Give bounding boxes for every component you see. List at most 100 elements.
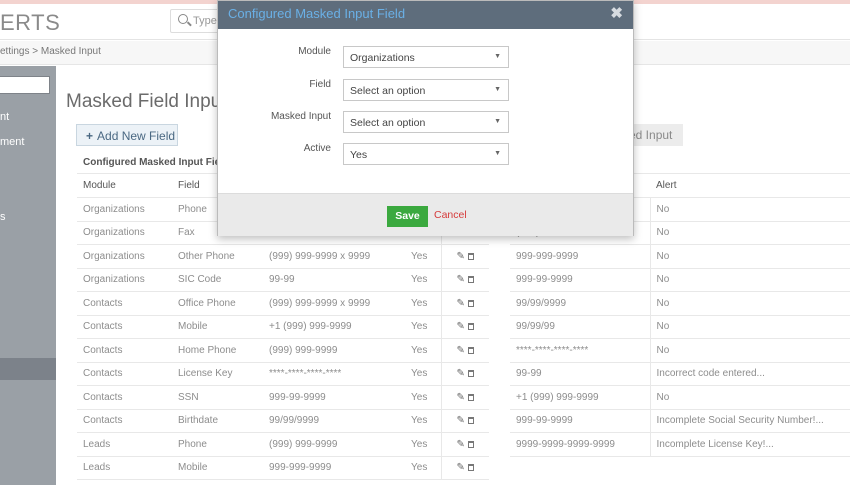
mask-cell: 99-99 [510,362,650,386]
field-label: Field [309,79,331,90]
sidebar-search-input[interactable] [0,76,50,94]
mask-cell: +1 (999) 999-9999 [510,385,650,410]
delete-icon[interactable] [467,346,474,354]
delete-icon[interactable] [467,417,474,425]
edit-icon[interactable]: ✎ [457,321,465,332]
edit-icon[interactable]: ✎ [457,415,465,426]
mask-cell: 999-999-9999 [510,244,650,269]
mask-cell: 99-99 [263,268,405,292]
module-select[interactable]: Organizations ▼ [343,46,509,68]
alert-cell: Incorrect code entered... [649,362,850,386]
sidebar-item-active[interactable] [0,358,56,380]
delete-icon[interactable] [467,464,474,472]
table-row[interactable]: Contacts Mobile +1 (999) 999-9999 Yes ✎ [77,315,489,339]
chevron-down-icon: ▼ [494,86,501,93]
active-label: Active [303,143,331,154]
delete-icon[interactable] [467,393,474,401]
field-cell: Mobile [172,456,263,480]
mask-cell: 999-99-9999 [263,385,405,410]
field-select[interactable]: Select an option ▼ [343,79,509,101]
active-cell: Yes [405,409,441,433]
active-cell: Yes [405,338,441,363]
table-row[interactable]: 9999-9999-9999-9999 Incomplete License Ke… [510,432,850,457]
mask-cell: 999-99-9999 [510,268,650,292]
masked-input-select[interactable]: Select an option ▼ [343,111,509,133]
delete-icon[interactable] [467,299,474,307]
sidebar-item-1[interactable]: nt [0,111,9,123]
table-row[interactable]: 99/99/9999 No [510,291,850,316]
actions-cell: ✎ [440,268,489,292]
table-row[interactable]: Organizations Other Phone (999) 999-9999 x… [77,244,489,269]
table-row[interactable]: Contacts SSN 999-99-9999 Yes ✎ [77,385,489,410]
add-new-field-label: Add New Field [97,129,176,143]
table-row[interactable]: Leads Phone (999) 999-9999 Yes ✎ [77,432,489,457]
save-button[interactable]: Save [387,206,428,227]
edit-icon[interactable]: ✎ [457,439,465,450]
configure-masked-input-modal: Configured Masked Input Field ✖ Module O… [217,0,634,236]
alert-cell: Incomplete Social Security Number!... [649,409,850,433]
column-header-module: Module [77,174,172,198]
mask-cell: 999-999-9999 [263,456,405,480]
edit-icon[interactable]: ✎ [457,298,465,309]
close-icon[interactable]: ✖ [610,4,623,22]
table-row[interactable]: Contacts Birthdate 99/99/9999 Yes ✎ [77,409,489,433]
column-header-alert: Alert [650,174,850,198]
sidebar-item-3[interactable]: s [0,211,6,223]
edit-icon[interactable]: ✎ [457,368,465,379]
delete-icon[interactable] [467,370,474,378]
table-row[interactable]: Contacts Home Phone (999) 999-9999 Yes ✎ [77,338,489,363]
mask-cell: (999) 999-9999 x 9999 [263,291,405,316]
table-row[interactable]: ****-****-****-**** No [510,338,850,363]
active-cell: Yes [405,244,441,269]
alert-cell: No [649,291,850,316]
alert-cell: Incomplete License Key!... [649,432,850,457]
table-row[interactable]: 999-999-9999 No [510,244,850,269]
actions-cell: ✎ [440,315,489,339]
field-cell: License Key [172,362,263,386]
table-row[interactable]: Organizations SIC Code 99-99 Yes ✎ [77,268,489,292]
modal-title: Configured Masked Input Field [228,6,406,21]
masked-input-label: Masked Input [270,111,331,122]
field-cell: Office Phone [172,291,263,316]
table-row[interactable]: 999-99-9999 No [510,268,850,292]
modal-header: Configured Masked Input Field ✖ [218,1,633,29]
field-cell: Birthdate [172,409,263,433]
table-row[interactable]: Contacts Office Phone (999) 999-9999 x 999… [77,291,489,316]
active-cell: Yes [405,385,441,410]
app-logo[interactable]: ERTS [0,10,60,36]
edit-icon[interactable]: ✎ [457,251,465,262]
active-select[interactable]: Yes ▼ [343,143,509,165]
edit-icon[interactable]: ✎ [457,462,465,473]
plus-icon: + [86,129,94,143]
table-row[interactable]: Contacts License Key ****-****-****-**** Ye… [77,362,489,386]
edit-icon[interactable]: ✎ [457,345,465,356]
mask-cell: 99/99/9999 [510,291,650,316]
table-row[interactable]: 999-99-9999 Incomplete Social Security Nu… [510,409,850,433]
mask-cell: (999) 999-9999 [263,432,405,457]
delete-icon[interactable] [467,323,474,331]
actions-cell: ✎ [440,291,489,316]
sidebar-item-2[interactable]: ment [0,136,24,148]
delete-icon[interactable] [467,440,474,448]
table-row[interactable]: 99/99/99 No [510,315,850,339]
edit-icon[interactable]: ✎ [457,392,465,403]
breadcrumb[interactable]: ettings > Masked Input [0,46,101,57]
cancel-button[interactable]: Cancel [434,209,467,221]
table-row[interactable]: 99-99 Incorrect code entered... [510,362,850,386]
edit-icon[interactable]: ✎ [457,274,465,285]
chevron-down-icon: ▼ [494,53,501,60]
module-cell: Contacts [77,385,172,410]
add-new-field-button[interactable]: + Add New Field [76,124,178,146]
table-row[interactable]: Leads Mobile 999-999-9999 Yes ✎ [77,456,489,480]
field-select-value: Select an option [350,85,426,97]
field-cell: Home Phone [172,338,263,363]
active-cell: Yes [405,456,441,480]
active-cell: Yes [405,291,441,316]
mask-cell: ****-****-****-**** [263,362,405,386]
actions-cell: ✎ [440,432,489,457]
masked-input-select-value: Select an option [350,117,426,129]
delete-icon[interactable] [467,276,474,284]
search-icon [178,14,188,24]
table-row[interactable]: +1 (999) 999-9999 No [510,385,850,410]
delete-icon[interactable] [467,252,474,260]
